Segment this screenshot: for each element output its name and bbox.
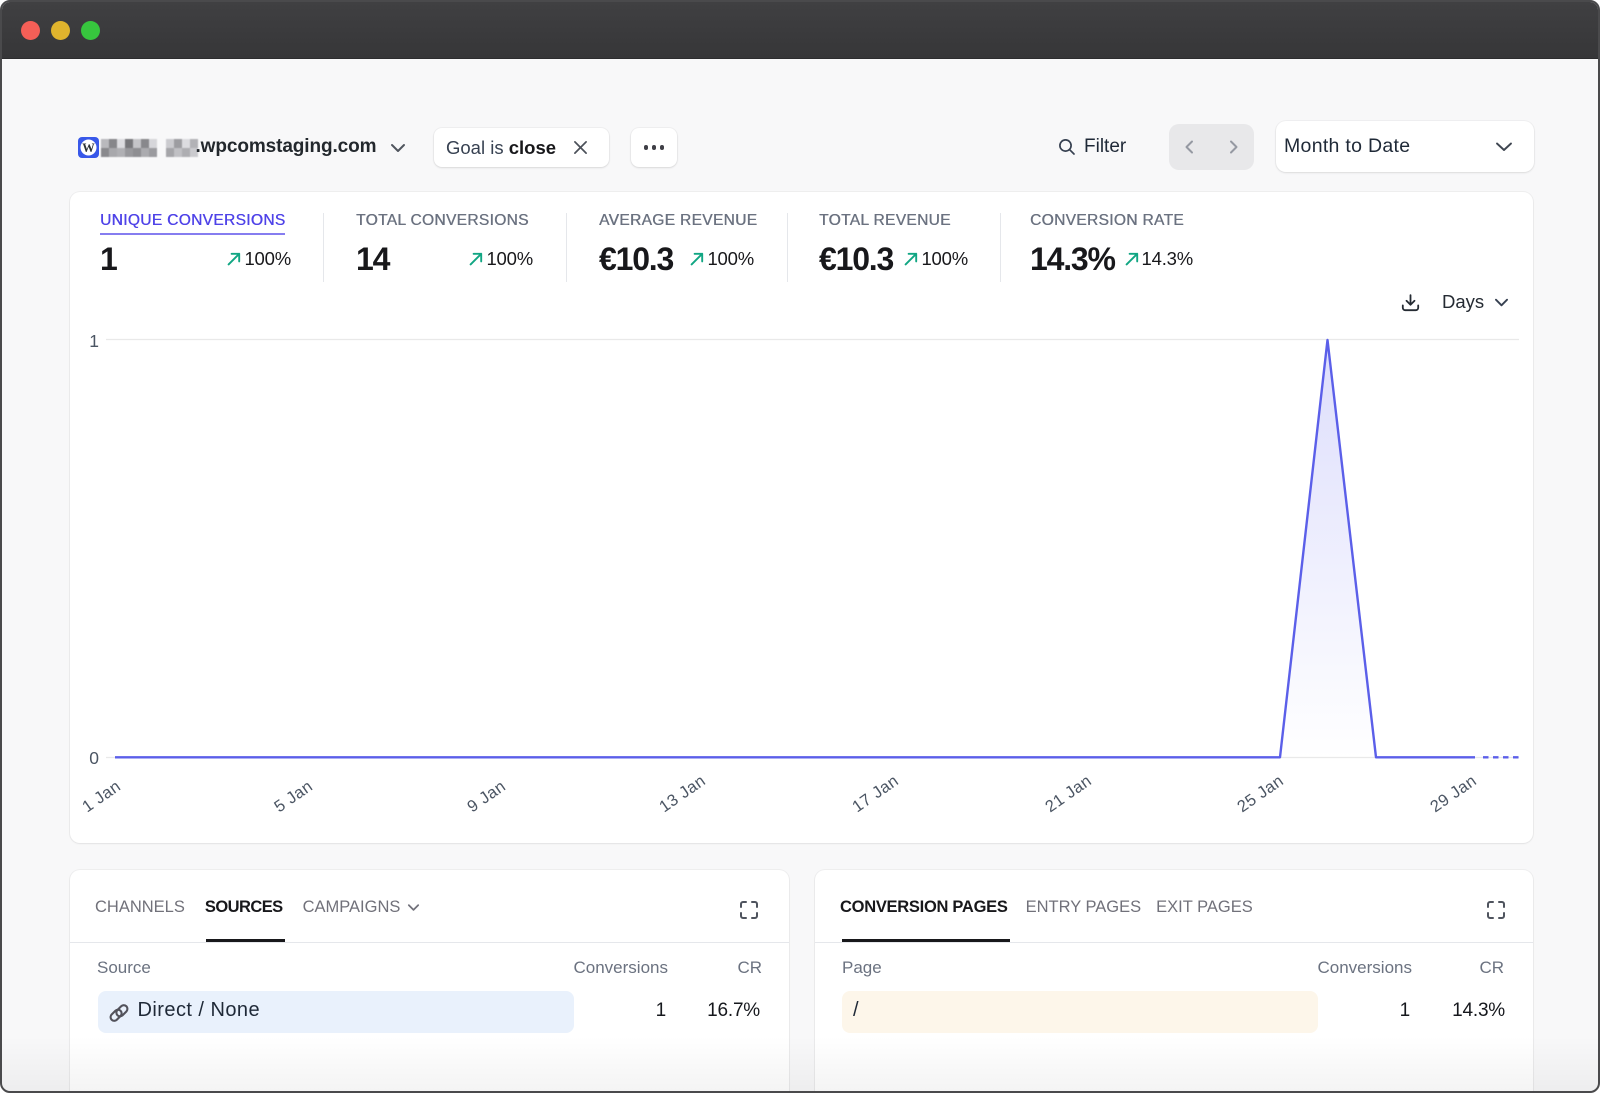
svg-text:W: W xyxy=(82,141,95,155)
